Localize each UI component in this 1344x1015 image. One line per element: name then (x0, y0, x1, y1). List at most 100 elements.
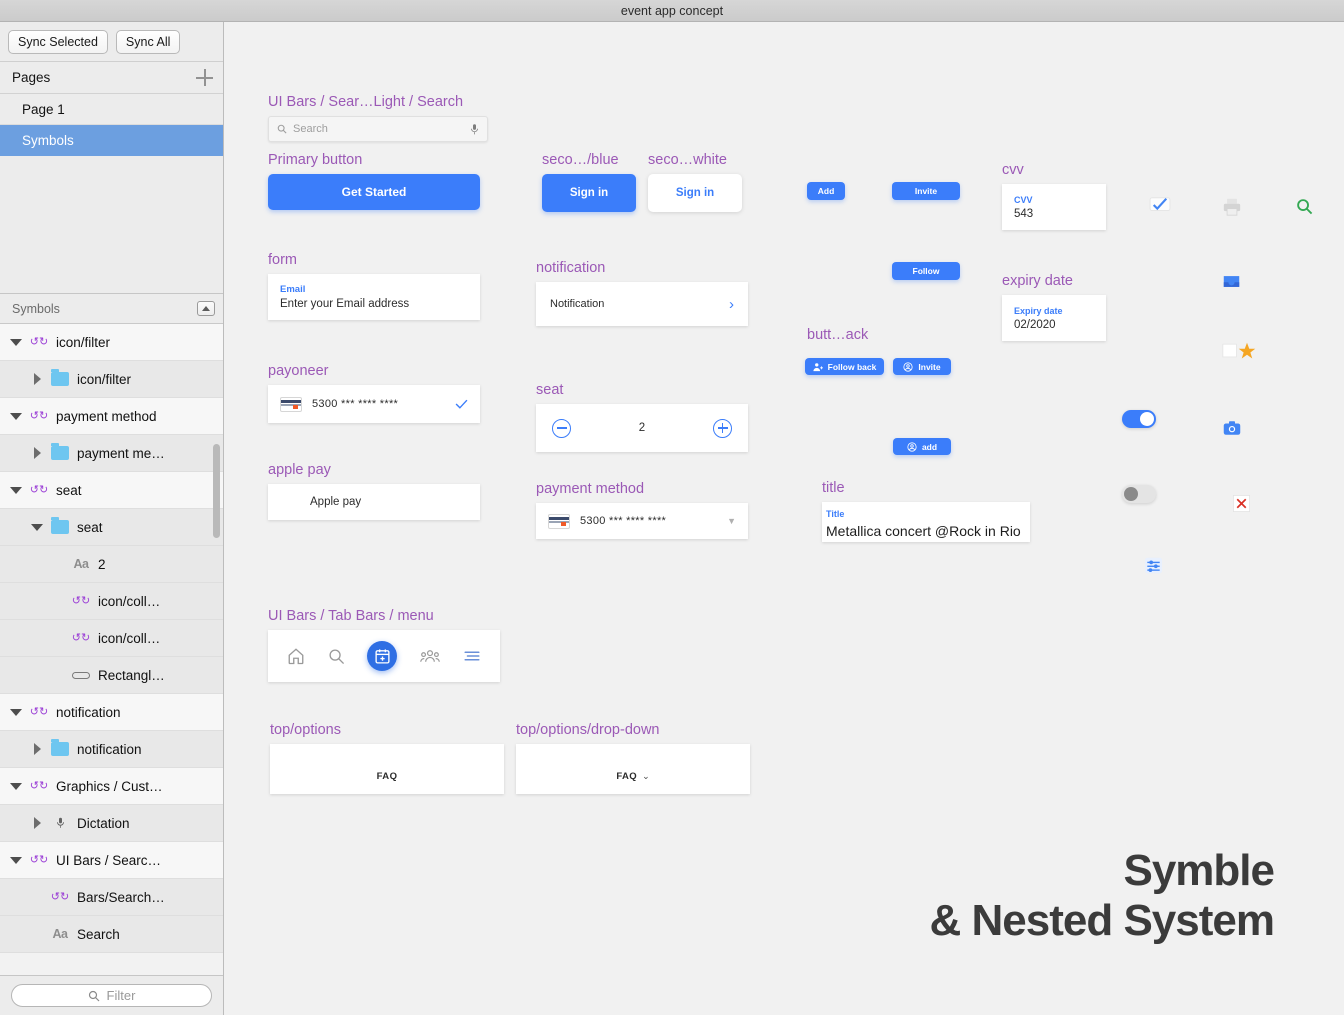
person-add-icon (813, 362, 823, 372)
disclosure-down-icon[interactable] (10, 413, 22, 420)
tab-home[interactable] (287, 647, 305, 665)
microphone-icon[interactable] (470, 123, 479, 136)
layers-list[interactable]: ↺↻icon/filtericon/filter↺↻payment method… (0, 324, 223, 975)
layer-row[interactable]: ↺↻icon/coll… (0, 583, 223, 620)
layer-row[interactable]: ↺↻Bars/Search… (0, 879, 223, 916)
page-item-page-1[interactable]: Page 1 (0, 94, 223, 125)
chevron-right-icon: › (729, 296, 734, 313)
cvv-field-label: CVV (1014, 195, 1094, 205)
search-input[interactable]: Search (268, 116, 488, 142)
layer-row[interactable]: ↺↻seat (0, 472, 223, 509)
layer-row[interactable]: ↺↻icon/coll… (0, 620, 223, 657)
add-icon-button[interactable]: add (893, 438, 951, 455)
follow-button[interactable]: Follow (892, 262, 960, 280)
minus-circle-icon[interactable] (552, 419, 571, 438)
tab-calendar[interactable] (367, 641, 397, 671)
cvv-field[interactable]: CVV 543 (1002, 184, 1106, 230)
add-page-icon[interactable] (196, 69, 213, 86)
payoneer-card-row[interactable]: 5300 *** **** **** (268, 385, 480, 423)
layer-row[interactable]: notification (0, 731, 223, 768)
camera-icon[interactable] (1223, 420, 1241, 436)
sync-all-button[interactable]: Sync All (116, 30, 180, 54)
notification-row[interactable]: Notification › (536, 282, 748, 326)
expiry-field-label: Expiry date (1014, 306, 1094, 316)
faq-dropdown[interactable]: FAQ ⌄ (516, 744, 750, 794)
plus-circle-icon[interactable] (713, 419, 732, 438)
email-field[interactable]: Email Enter your Email address (268, 274, 480, 320)
sign-in-button-white[interactable]: Sign in (648, 174, 742, 212)
add-button[interactable]: Add (807, 182, 845, 200)
filter-input[interactable]: Filter (11, 984, 212, 1007)
layer-row[interactable]: payment me… (0, 435, 223, 472)
toggle-on[interactable] (1122, 410, 1156, 428)
home-icon (287, 647, 305, 665)
toggle-off[interactable] (1122, 485, 1156, 503)
tab-people[interactable] (420, 648, 440, 664)
expiry-field[interactable]: Expiry date 02/2020 (1002, 295, 1106, 341)
disclosure-down-icon[interactable] (10, 339, 22, 346)
get-started-button[interactable]: Get Started (268, 174, 480, 210)
apple-pay-row[interactable]: Apple pay (268, 484, 480, 520)
tab-bar[interactable] (268, 630, 500, 682)
search-placeholder: Search (293, 123, 464, 135)
tune-sliders-icon[interactable] (1144, 557, 1163, 574)
collapse-icon[interactable] (197, 301, 215, 316)
person-circle-icon (907, 442, 917, 452)
layer-row[interactable]: Rectangl… (0, 657, 223, 694)
component-seat: seat 2 (536, 382, 748, 452)
faq-label: FAQ (616, 771, 637, 782)
text-icon: Aa (71, 557, 91, 571)
layer-row[interactable]: ↺↻icon/filter (0, 324, 223, 361)
star-favorite-icon[interactable] (1238, 342, 1256, 360)
expiry-field-value: 02/2020 (1014, 319, 1094, 331)
disclosure-down-icon[interactable] (10, 857, 22, 864)
layer-row[interactable]: Dictation (0, 805, 223, 842)
done-check-icon[interactable] (1149, 196, 1171, 214)
payment-method-select[interactable]: 5300 *** **** **** ▼ (536, 503, 748, 539)
disclosure-right-icon[interactable] (31, 817, 43, 829)
sign-in-button-blue[interactable]: Sign in (542, 174, 636, 212)
faq-option[interactable]: FAQ (270, 744, 504, 794)
disclosure-right-icon[interactable] (31, 447, 43, 459)
layers-panel-title: Symbols (12, 302, 60, 316)
title-field[interactable]: Title Metallica concert @Rock in Rio (822, 502, 1030, 542)
layer-row[interactable]: icon/filter (0, 361, 223, 398)
layer-row[interactable]: ↺↻UI Bars / Searc… (0, 842, 223, 879)
close-red-icon[interactable] (1233, 495, 1250, 512)
email-field-label: Email (280, 284, 468, 295)
inbox-blue-icon[interactable] (1222, 273, 1241, 290)
layer-row[interactable]: seat (0, 509, 223, 546)
window-title: event app concept (621, 4, 723, 18)
sync-selected-button[interactable]: Sync Selected (8, 30, 108, 54)
layer-row[interactable]: ↺↻payment method (0, 398, 223, 435)
tab-menu[interactable] (463, 649, 481, 663)
email-field-value: Enter your Email address (280, 298, 468, 310)
tab-search[interactable] (328, 648, 345, 665)
layer-row[interactable]: ↺↻Graphics / Cust… (0, 768, 223, 805)
checkbox-blank-icon[interactable] (1222, 343, 1239, 359)
disclosure-down-icon[interactable] (31, 524, 43, 531)
disclosure-down-icon[interactable] (10, 709, 22, 716)
print-icon[interactable] (1222, 198, 1242, 216)
component-expiry-date: expiry date Expiry date 02/2020 (1002, 273, 1106, 341)
disclosure-down-icon[interactable] (10, 487, 22, 494)
seat-stepper[interactable]: 2 (536, 404, 748, 452)
follow-back-button[interactable]: Follow back (805, 358, 884, 375)
disclosure-right-icon[interactable] (31, 373, 43, 385)
canvas[interactable]: UI Bars / Sear…Light / Search Search Pri… (224, 22, 1344, 1015)
search-green-icon[interactable] (1296, 198, 1313, 215)
component-top-options-dropdown: top/options/drop-down FAQ ⌄ (516, 722, 750, 794)
layer-row[interactable]: Aa2 (0, 546, 223, 583)
button-label: Follow back (828, 362, 877, 372)
layers-scrollbar[interactable] (213, 444, 220, 538)
invite-icon-button[interactable]: Invite (893, 358, 951, 375)
layer-label: notification (77, 742, 142, 757)
component-title: title Title Metallica concert @Rock in R… (822, 480, 1030, 542)
invite-button[interactable]: Invite (892, 182, 960, 200)
symbol-icon: ↺↻ (50, 892, 70, 903)
disclosure-right-icon[interactable] (31, 743, 43, 755)
layer-row[interactable]: ↺↻notification (0, 694, 223, 731)
disclosure-down-icon[interactable] (10, 783, 22, 790)
page-item-symbols[interactable]: Symbols (0, 125, 223, 156)
layer-row[interactable]: AaSearch (0, 916, 223, 953)
